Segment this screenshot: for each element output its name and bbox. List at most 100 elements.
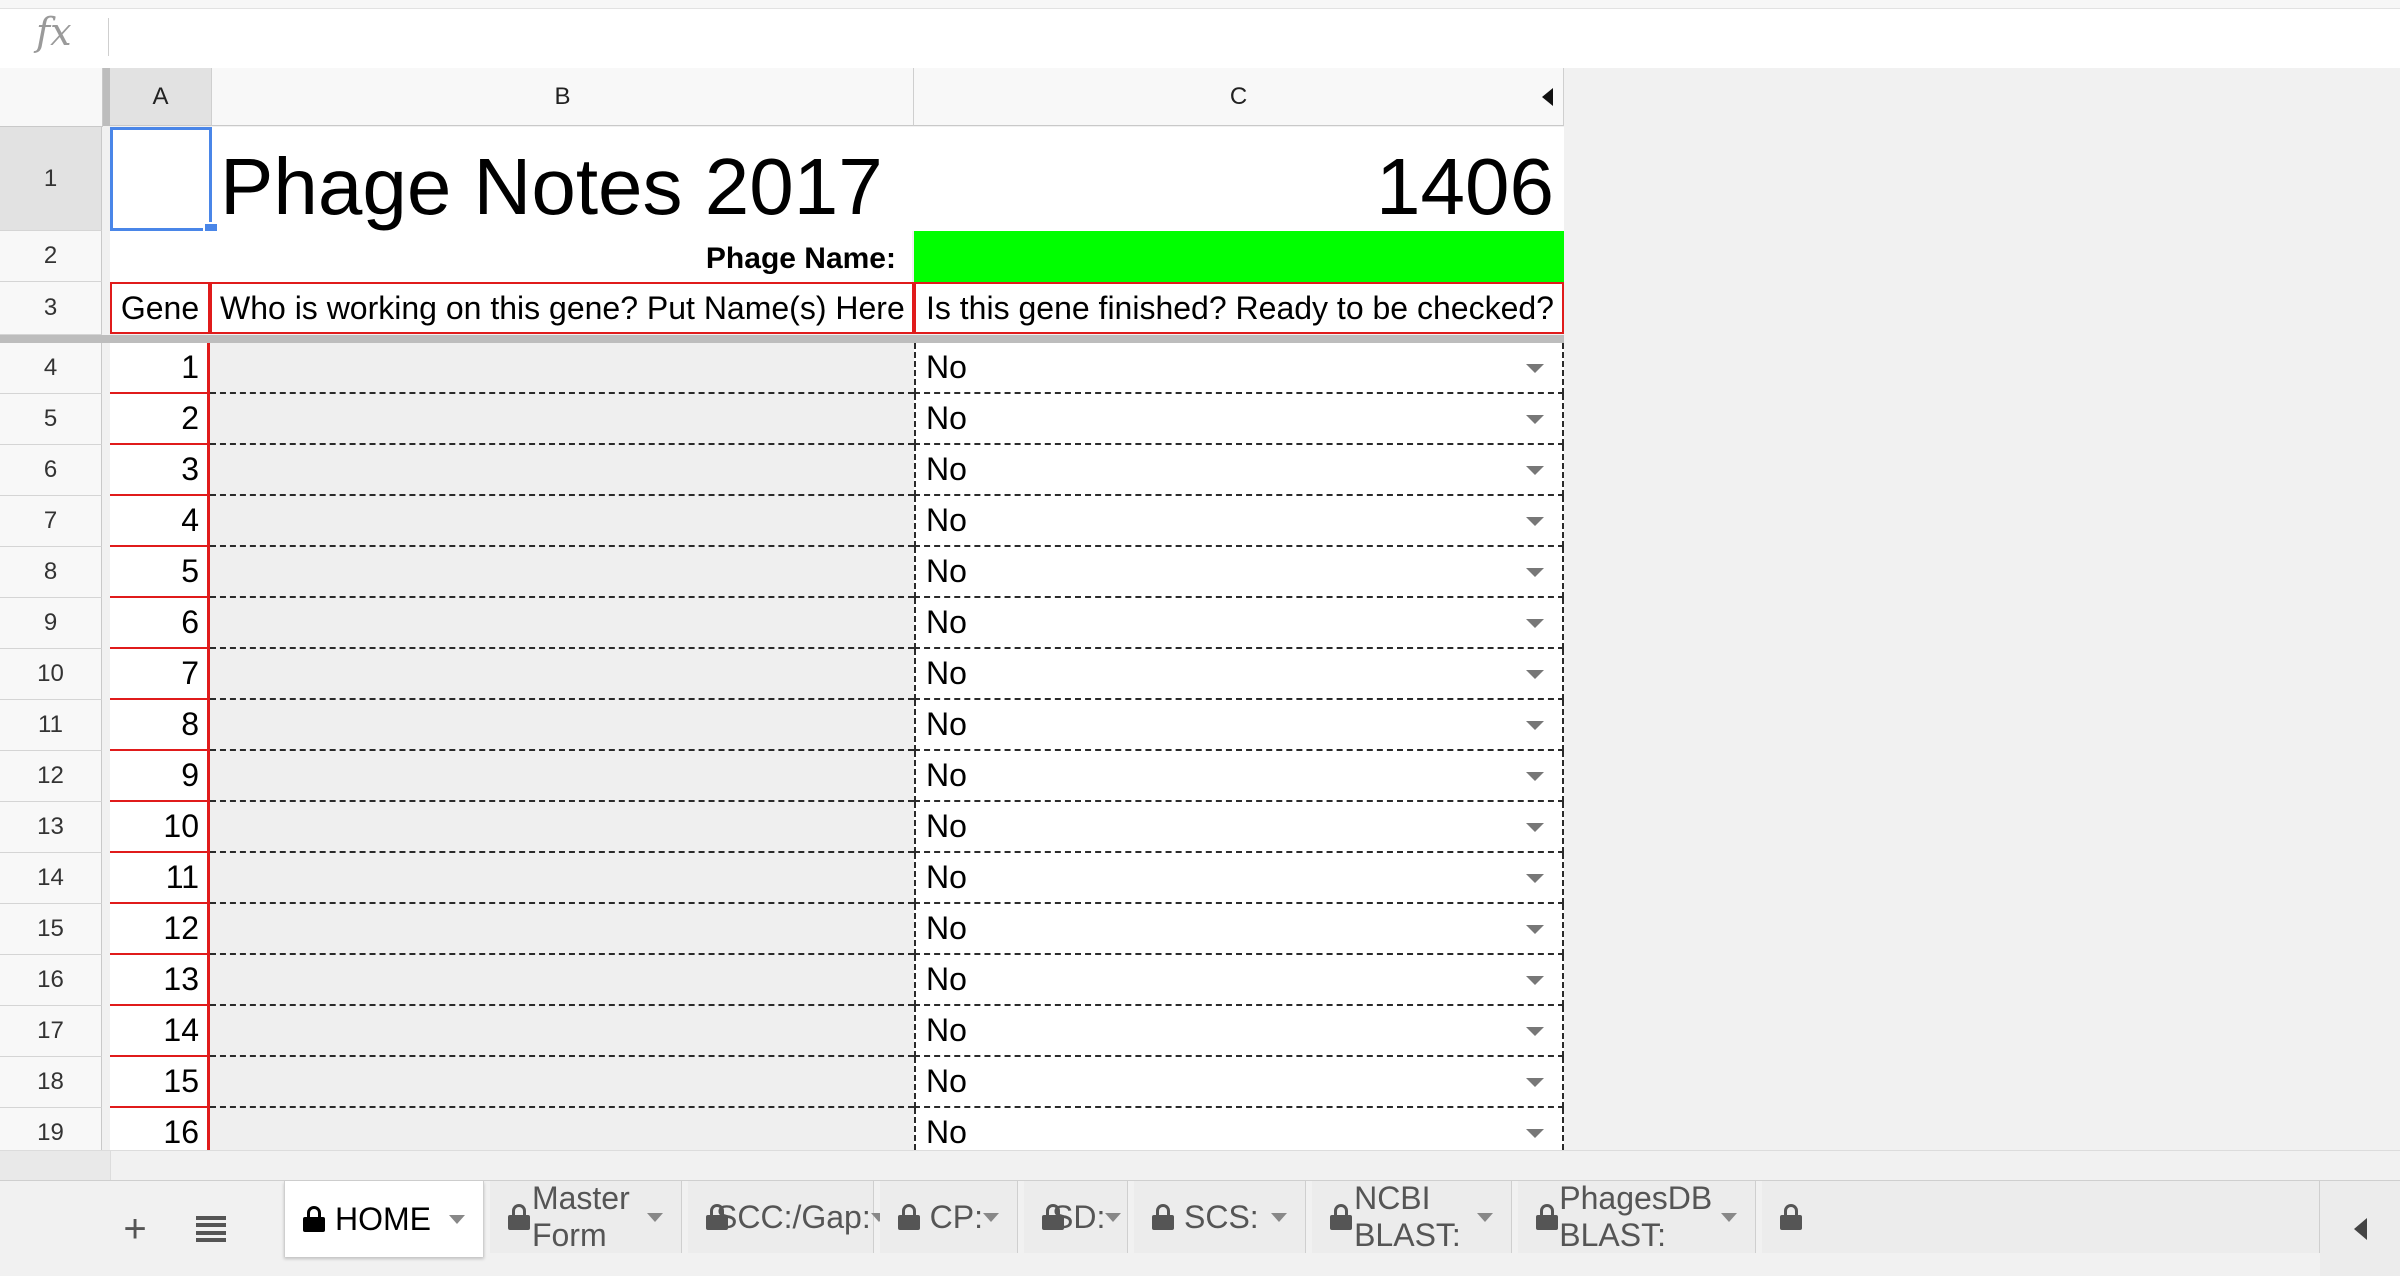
gene-number-cell[interactable]: 2: [110, 394, 210, 445]
gene-number-cell[interactable]: 16: [110, 1108, 210, 1150]
row-header[interactable]: 12: [0, 751, 102, 802]
finished-dropdown[interactable]: No: [914, 955, 1564, 1006]
add-sheet-button[interactable]: +: [110, 1201, 160, 1257]
who-cell[interactable]: [210, 955, 914, 1006]
finished-dropdown[interactable]: No: [914, 496, 1564, 547]
row-header[interactable]: 14: [0, 853, 102, 904]
finished-dropdown[interactable]: No: [914, 547, 1564, 598]
chevron-down-icon[interactable]: [983, 1212, 999, 1222]
finished-dropdown[interactable]: No: [914, 1006, 1564, 1057]
gene-number-cell[interactable]: 14: [110, 1006, 210, 1057]
gene-number-cell[interactable]: 13: [110, 955, 210, 1006]
row-header[interactable]: 8: [0, 547, 102, 598]
sheet-tab-ncbi-blast[interactable]: NCBI BLAST:: [1312, 1180, 1512, 1253]
finished-dropdown[interactable]: No: [914, 394, 1564, 445]
finished-dropdown[interactable]: No: [914, 598, 1564, 649]
row-header-1[interactable]: 1: [0, 127, 102, 231]
dropdown-arrow-icon[interactable]: [1526, 925, 1544, 934]
finished-dropdown[interactable]: No: [914, 853, 1564, 904]
who-cell[interactable]: [210, 343, 914, 394]
gene-number-cell[interactable]: 15: [110, 1057, 210, 1108]
gene-number-cell[interactable]: 8: [110, 700, 210, 751]
select-all-corner[interactable]: [0, 68, 110, 127]
who-cell[interactable]: [210, 496, 914, 547]
who-cell[interactable]: [210, 1108, 914, 1150]
gene-number-cell[interactable]: 12: [110, 904, 210, 955]
finished-dropdown[interactable]: No: [914, 1108, 1564, 1150]
dropdown-arrow-icon[interactable]: [1526, 466, 1544, 475]
who-cell[interactable]: [210, 853, 914, 904]
gene-number-cell[interactable]: 4: [110, 496, 210, 547]
dropdown-arrow-icon[interactable]: [1526, 721, 1544, 730]
gene-number-cell[interactable]: 6: [110, 598, 210, 649]
tab-scroll-left-button[interactable]: [2320, 1181, 2400, 1276]
row-header[interactable]: 18: [0, 1057, 102, 1108]
who-cell[interactable]: [210, 649, 914, 700]
formula-input[interactable]: [120, 14, 2380, 58]
dropdown-arrow-icon[interactable]: [1526, 670, 1544, 679]
finished-dropdown[interactable]: No: [914, 1057, 1564, 1108]
row-header[interactable]: 5: [0, 394, 102, 445]
row-header[interactable]: 13: [0, 802, 102, 853]
row-header-3[interactable]: 3: [0, 282, 102, 335]
phage-name-input[interactable]: [914, 231, 1564, 283]
title-cell[interactable]: Phage Notes 2017 1406: [212, 127, 1564, 231]
dropdown-arrow-icon[interactable]: [1526, 568, 1544, 577]
gene-number-cell[interactable]: 11: [110, 853, 210, 904]
column-header-b[interactable]: B: [212, 68, 914, 126]
sheet-tab-cp[interactable]: CP:: [880, 1181, 1018, 1253]
who-cell[interactable]: [210, 802, 914, 853]
who-cell[interactable]: [210, 445, 914, 496]
sheet-tab-scc-gap[interactable]: SCC:/Gap:: [688, 1181, 887, 1253]
row-header[interactable]: 16: [0, 955, 102, 1006]
row-header[interactable]: 9: [0, 598, 102, 649]
freeze-row-handle[interactable]: [0, 335, 1564, 343]
dropdown-arrow-icon[interactable]: [1526, 517, 1544, 526]
gene-number-cell[interactable]: 3: [110, 445, 210, 496]
dropdown-arrow-icon[interactable]: [1526, 823, 1544, 832]
finished-dropdown[interactable]: No: [914, 904, 1564, 955]
finished-dropdown[interactable]: No: [914, 649, 1564, 700]
header-who[interactable]: Who is working on this gene? Put Name(s)…: [210, 282, 914, 334]
chevron-down-icon[interactable]: [1721, 1212, 1737, 1222]
finished-dropdown[interactable]: No: [914, 343, 1564, 394]
row-header[interactable]: 4: [0, 343, 102, 394]
dropdown-arrow-icon[interactable]: [1526, 619, 1544, 628]
header-gene[interactable]: Gene: [110, 282, 210, 334]
row-header[interactable]: 19: [0, 1108, 102, 1150]
gene-number-cell[interactable]: 9: [110, 751, 210, 802]
who-cell[interactable]: [210, 1057, 914, 1108]
dropdown-arrow-icon[interactable]: [1526, 1078, 1544, 1087]
finished-dropdown[interactable]: No: [914, 802, 1564, 853]
sheet-tab-home[interactable]: HOME: [284, 1181, 484, 1257]
finished-dropdown[interactable]: No: [914, 445, 1564, 496]
sheet-tab-sd[interactable]: SD:: [1024, 1181, 1128, 1253]
who-cell[interactable]: [210, 394, 914, 445]
dropdown-arrow-icon[interactable]: [1526, 976, 1544, 985]
gene-number-cell[interactable]: 5: [110, 547, 210, 598]
row-header-2[interactable]: 2: [0, 231, 102, 282]
dropdown-arrow-icon[interactable]: [1526, 1027, 1544, 1036]
who-cell[interactable]: [210, 904, 914, 955]
row-header[interactable]: 11: [0, 700, 102, 751]
sheet-tab-phagesdb-blast[interactable]: PhagesDB BLAST:: [1518, 1180, 1756, 1253]
finished-dropdown[interactable]: No: [914, 700, 1564, 751]
row-header[interactable]: 6: [0, 445, 102, 496]
dropdown-arrow-icon[interactable]: [1526, 772, 1544, 781]
who-cell[interactable]: [210, 700, 914, 751]
who-cell[interactable]: [210, 547, 914, 598]
row-header[interactable]: 17: [0, 1006, 102, 1057]
column-header-c[interactable]: C: [914, 68, 1564, 126]
gene-number-cell[interactable]: 7: [110, 649, 210, 700]
who-cell[interactable]: [210, 1006, 914, 1057]
finished-dropdown[interactable]: No: [914, 751, 1564, 802]
sheet-tab-scs[interactable]: SCS:: [1134, 1181, 1306, 1253]
who-cell[interactable]: [210, 598, 914, 649]
row-header[interactable]: 15: [0, 904, 102, 955]
freeze-column-handle[interactable]: [103, 68, 110, 126]
sheet-tab-partial[interactable]: [1762, 1181, 2320, 1253]
all-sheets-button[interactable]: [186, 1201, 236, 1257]
selected-cell-a1[interactable]: [110, 127, 212, 231]
gene-number-cell[interactable]: 10: [110, 802, 210, 853]
chevron-down-icon[interactable]: [449, 1214, 465, 1224]
